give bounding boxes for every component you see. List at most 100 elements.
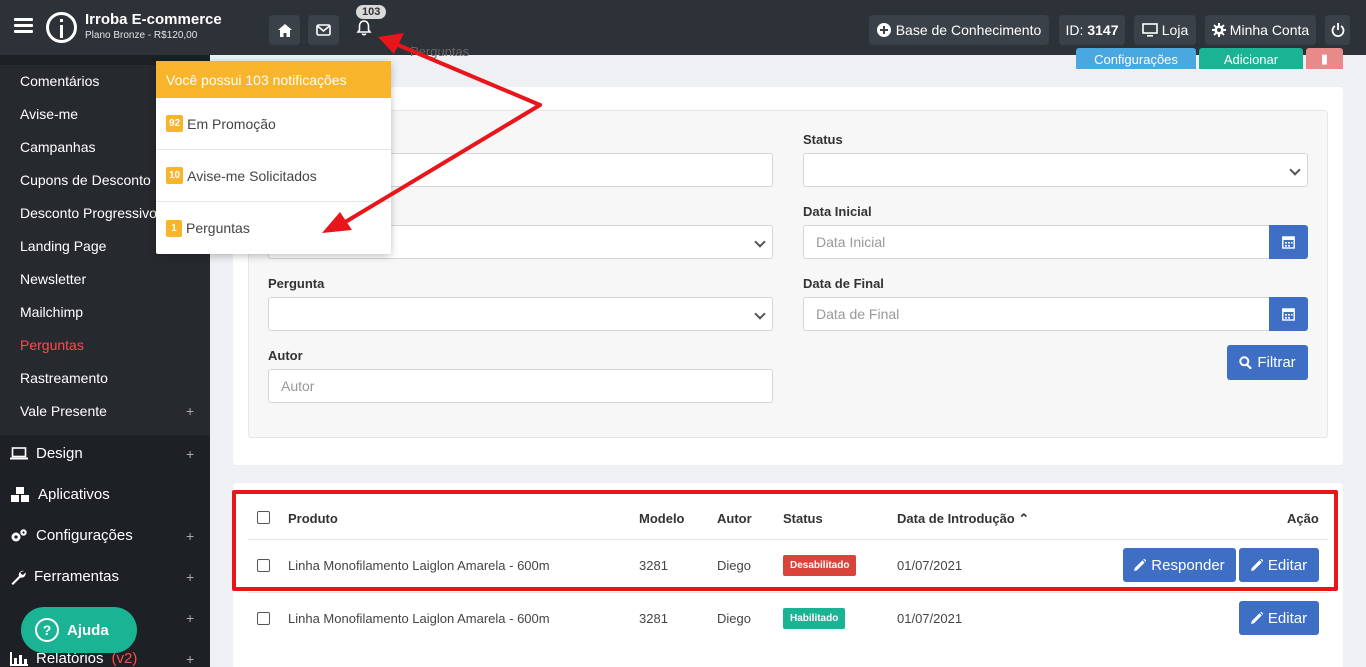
notification-label: Avise-me Solicitados <box>187 167 317 184</box>
notification-count: 1 <box>166 219 182 237</box>
status-label: Status <box>803 132 843 147</box>
end-date-label: Data de Final <box>803 276 884 291</box>
bar-chart-icon <box>10 651 28 666</box>
sidebar-item-cupons-de-desconto[interactable]: Cupons de Desconto <box>20 172 151 188</box>
id-value: 3147 <box>1087 22 1119 38</box>
end-date-placeholder: Data de Final <box>816 306 900 322</box>
edit-button[interactable]: Editar <box>1239 601 1319 635</box>
logout-button[interactable] <box>1325 15 1350 45</box>
row-model: 3281 <box>639 611 668 626</box>
sidebar-item-avise-me[interactable]: Avise-me <box>20 106 78 122</box>
annotation-highlight-box <box>232 490 1338 591</box>
menu-icon[interactable] <box>14 18 33 34</box>
account-button[interactable]: Minha Conta <box>1205 15 1316 45</box>
monitor-icon <box>1141 23 1158 37</box>
end-date-input[interactable]: Data de Final <box>803 297 1270 331</box>
store-button[interactable]: Loja <box>1134 15 1196 45</box>
start-date-label: Data Inicial <box>803 204 872 219</box>
power-icon <box>1331 23 1344 37</box>
store-label: Loja <box>1161 22 1189 38</box>
calendar-icon <box>1282 308 1295 321</box>
home-button[interactable] <box>269 15 300 45</box>
sidebar-item-perguntas[interactable]: Perguntas <box>20 337 84 353</box>
calendar-icon <box>1282 236 1295 249</box>
knowledge-base-button[interactable]: Base de Conhecimento <box>869 15 1049 45</box>
row-checkbox[interactable] <box>257 612 270 625</box>
notification-count: 92 <box>166 115 184 132</box>
plan-label: Plano Bronze - R$120,00 <box>85 30 198 41</box>
notification-item-promotion[interactable]: 92 Em Promoção <box>156 98 391 150</box>
sidebar-item-campanhas[interactable]: Campanhas <box>20 139 96 155</box>
notification-label: Em Promoção <box>187 115 276 132</box>
account-label: Minha Conta <box>1229 22 1310 38</box>
sidebar-item-design[interactable]: Design <box>10 445 83 462</box>
sidebar-item-rastreamento[interactable]: Rastreamento <box>20 370 108 386</box>
delete-button[interactable]: ▮ <box>1306 48 1343 69</box>
status-badge: Habilitado <box>783 608 846 629</box>
notification-item-questions[interactable]: 1 Perguntas <box>156 202 391 254</box>
breadcrumb: Perguntas <box>232 44 469 59</box>
notification-count-badge: 103 <box>356 5 387 19</box>
cogs-icon <box>11 528 27 541</box>
sidebar-item-coment-rios[interactable]: Comentários <box>20 73 99 89</box>
config-button[interactable]: Configurações <box>1076 48 1196 69</box>
add-button[interactable]: Adicionar <box>1199 48 1303 69</box>
notification-label: Perguntas <box>186 220 250 236</box>
messages-button[interactable] <box>308 15 339 45</box>
pencil-icon <box>1250 612 1263 624</box>
knowledge-base-label: Base de Conhecimento <box>895 22 1042 38</box>
wrench-icon <box>11 570 26 585</box>
envelope-icon <box>316 24 331 36</box>
breadcrumb-current: Perguntas <box>410 44 470 59</box>
laptop-icon <box>10 447 28 460</box>
id-label: ID: <box>1065 22 1084 38</box>
end-date-calendar-button[interactable] <box>1269 297 1308 331</box>
edit-button-label: Editar <box>1267 609 1308 627</box>
help-label: Ajuda <box>67 621 109 639</box>
sidebar-item-tools[interactable]: Ferramentas <box>10 568 119 585</box>
sidebar-item-settings[interactable]: Configurações <box>10 527 133 544</box>
plus-circle-icon <box>876 23 891 37</box>
top-bar: Irroba E-commerce Plano Bronze - R$120,0… <box>0 0 1366 55</box>
logo-icon <box>46 12 77 43</box>
sidebar-item-desconto-progressivo[interactable]: Desconto Progressivo <box>20 205 157 221</box>
sidebar-item-label: Design <box>36 445 83 462</box>
notifications-dropdown: Você possui 103 notificações 92 Em Promo… <box>156 61 391 254</box>
trash-icon: ▮ <box>1320 51 1329 66</box>
notifications-header: Você possui 103 notificações <box>156 61 391 98</box>
row-product[interactable]: Linha Monofilamento Laiglon Amarela - 60… <box>288 611 550 626</box>
notifications-bell-icon[interactable] <box>356 20 372 39</box>
sidebar-item-label: Configurações <box>36 527 133 544</box>
sidebar-item-apps[interactable]: Aplicativos <box>10 486 110 503</box>
sidebar-item-vale-presente[interactable]: Vale Presente <box>20 403 107 419</box>
filter-button[interactable]: Filtrar <box>1227 345 1308 380</box>
store-id: ID: 3147 <box>1059 15 1125 45</box>
status-select[interactable] <box>803 153 1308 187</box>
sidebar-item-newsletter[interactable]: Newsletter <box>20 271 86 287</box>
sidebar-item-mailchimp[interactable]: Mailchimp <box>20 304 83 320</box>
question-select[interactable] <box>268 297 773 331</box>
notification-count: 10 <box>166 167 184 184</box>
author-input[interactable]: Autor <box>268 369 773 403</box>
notification-item-notify-me[interactable]: 10 Avise-me Solicitados <box>156 150 391 202</box>
search-icon <box>1239 356 1253 369</box>
author-placeholder: Autor <box>281 378 315 394</box>
question-label: Pergunta <box>268 276 325 291</box>
gear-icon <box>1211 23 1226 37</box>
add-label: Adicionar <box>1223 52 1279 67</box>
sidebar-item-label: Aplicativos <box>38 486 110 503</box>
row-divider <box>248 592 1328 593</box>
config-label: Configurações <box>1094 52 1178 67</box>
home-icon <box>277 23 292 37</box>
cubes-icon <box>11 486 29 502</box>
filter-button-label: Filtrar <box>1257 354 1296 371</box>
author-label: Autor <box>268 348 303 363</box>
question-icon: ? <box>35 618 59 642</box>
start-date-input[interactable]: Data Inicial <box>803 225 1270 259</box>
app-title: Irroba E-commerce <box>85 11 222 28</box>
help-button[interactable]: ? Ajuda <box>21 607 137 653</box>
start-date-calendar-button[interactable] <box>1269 225 1308 259</box>
row-author: Diego <box>717 611 751 626</box>
start-date-placeholder: Data Inicial <box>816 234 886 250</box>
sidebar-item-landing-page[interactable]: Landing Page <box>20 238 106 254</box>
